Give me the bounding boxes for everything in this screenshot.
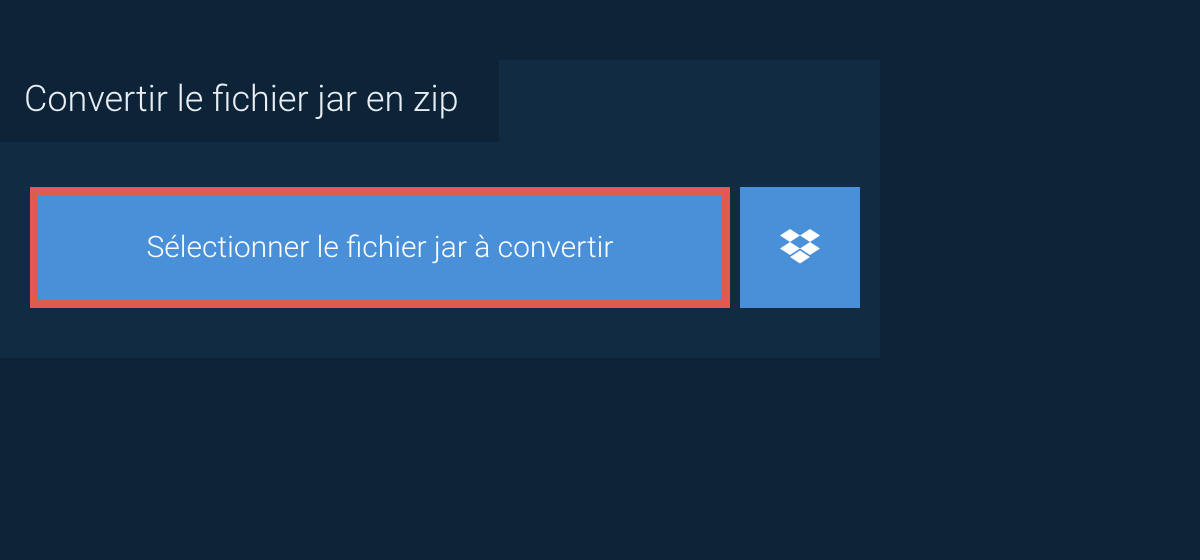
converter-panel: Convertir le fichier jar en zip Sélectio… xyxy=(0,60,880,358)
select-file-button[interactable]: Sélectionner le fichier jar à convertir xyxy=(30,187,730,308)
upload-area: Sélectionner le fichier jar à convertir xyxy=(30,187,880,308)
page-title: Convertir le fichier jar en zip xyxy=(0,60,499,142)
dropbox-icon xyxy=(780,229,820,267)
dropbox-button[interactable] xyxy=(740,187,860,308)
select-file-label: Sélectionner le fichier jar à convertir xyxy=(146,230,613,265)
